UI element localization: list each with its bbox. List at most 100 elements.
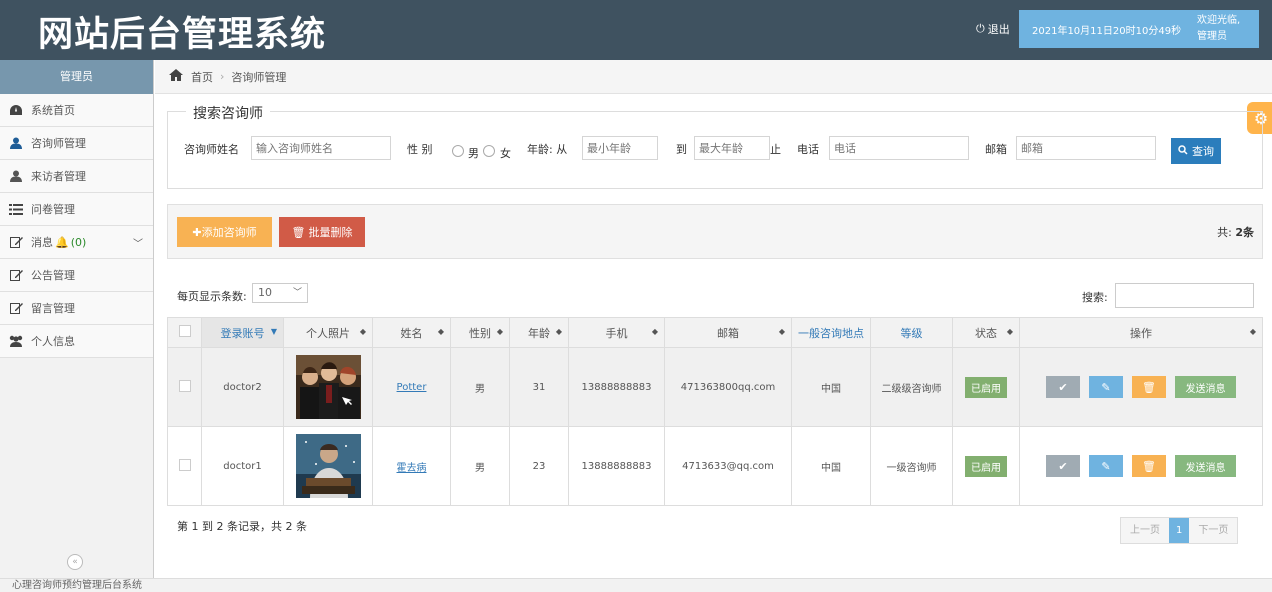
page-size-select[interactable]: 10 ﹀ — [252, 283, 308, 303]
sidebar-item-announcements[interactable]: 公告管理 — [0, 259, 153, 292]
sort-icon: ◆ — [437, 327, 444, 336]
counselor-photo — [295, 355, 361, 419]
counselor-table: 登录账号 ▼ 个人照片 ◆ 姓名 ◆ 性别 ◆ 年龄 ◆ 手机 ◆ 邮箱 ◆ 一般咨询地点 等… — [167, 317, 1263, 506]
enable-button[interactable]: ✔ — [1046, 455, 1080, 477]
column-header-actions[interactable]: 操作 ◆ — [1019, 317, 1263, 348]
age-to-label: 到 — [676, 143, 687, 156]
column-header-gender[interactable]: 性别 ◆ — [450, 317, 510, 348]
row-checkbox[interactable] — [178, 458, 191, 471]
name-label: 咨询师姓名 — [184, 143, 239, 156]
phone-input[interactable] — [829, 136, 969, 160]
batch-delete-button[interactable]: 🗑 批量删除 — [279, 217, 365, 247]
sidebar-item-visitors[interactable]: 来访者管理 — [0, 160, 153, 193]
actions-cell: ✔ ✎ 🗑 发送消息 — [1019, 426, 1263, 506]
action-toolbar: ✚ 添加咨询师 🗑 批量删除 共: 2条 — [167, 204, 1263, 259]
female-radio[interactable] — [483, 145, 495, 157]
page-1-button[interactable]: 1 — [1169, 518, 1190, 543]
age-from-label: 年龄: 从 — [527, 143, 568, 156]
level-cell: 二级级咨询师 — [870, 347, 953, 427]
check-icon: ✔ — [1058, 380, 1068, 394]
trash-icon: 🗑 — [1142, 459, 1156, 473]
search-legend: 搜索咨询师 — [186, 103, 270, 123]
gender-label: 性 别 — [407, 143, 433, 156]
home-icon — [169, 69, 183, 84]
status-cell: 已启用 — [952, 347, 1020, 427]
sidebar-item-messages[interactable]: 消息 🔔 (0) ﹀ — [0, 226, 153, 259]
delete-button[interactable]: 🗑 — [1132, 376, 1166, 398]
user-icon — [7, 137, 25, 149]
age-max-input[interactable] — [694, 136, 770, 160]
status-badge: 已启用 — [965, 376, 1007, 398]
total-count: 共: 2条 — [1217, 226, 1254, 239]
gender-cell: 男 — [450, 426, 510, 506]
edit-button[interactable]: ✎ — [1089, 455, 1123, 477]
age-cell: 31 — [509, 347, 569, 427]
male-radio[interactable] — [452, 145, 464, 157]
trash-icon: 🗑 — [1142, 380, 1156, 394]
account-cell: doctor1 — [201, 426, 284, 506]
column-header-location[interactable]: 一般咨询地点 — [791, 317, 871, 348]
column-header-account[interactable]: 登录账号 ▼ — [201, 317, 284, 348]
sort-icon: ◆ — [651, 327, 658, 336]
table-row: doctor2 Potter 男 31 13888888883 47136380… — [167, 347, 1263, 427]
sort-icon: ◆ — [555, 327, 562, 336]
column-header-age[interactable]: 年龄 ◆ — [509, 317, 569, 348]
name-input[interactable] — [251, 136, 391, 160]
counselor-name-link[interactable]: 霍去病 — [397, 463, 427, 474]
edit-icon: ✎ — [1101, 380, 1111, 394]
edit-icon — [7, 302, 25, 314]
sidebar-item-dashboard[interactable]: 系统首页 — [0, 94, 153, 127]
enable-button[interactable]: ✔ — [1046, 376, 1080, 398]
add-counselor-button[interactable]: ✚ 添加咨询师 — [177, 217, 272, 247]
send-message-button[interactable]: 发送消息 — [1175, 455, 1236, 477]
column-header-level[interactable]: 等级 — [870, 317, 953, 348]
sidebar-title: 管理员 — [0, 60, 153, 94]
table-search-input[interactable] — [1115, 283, 1254, 308]
pagination-info: 第 1 到 2 条记录，共 2 条 — [177, 520, 307, 533]
age-end-label: 止 — [770, 143, 781, 156]
send-message-button[interactable]: 发送消息 — [1175, 376, 1236, 398]
sidebar-item-profile[interactable]: 个人信息 — [0, 325, 153, 358]
sidebar-item-counselors[interactable]: 咨询师管理 — [0, 127, 153, 160]
chevron-right-icon: › — [220, 70, 225, 83]
sidebar: 管理员 系统首页 咨询师管理 来访者管理 问卷管理 消息 🔔 (0) ﹀ 公告管… — [0, 60, 154, 578]
column-header-status[interactable]: 状态 ◆ — [952, 317, 1020, 348]
sidebar-item-questionnaires[interactable]: 问卷管理 — [0, 193, 153, 226]
chevron-down-icon: ﹀ — [292, 288, 302, 298]
column-header-phone[interactable]: 手机 ◆ — [568, 317, 665, 348]
select-all-header — [167, 317, 202, 348]
delete-button[interactable]: 🗑 — [1132, 455, 1166, 477]
column-header-name[interactable]: 姓名 ◆ — [372, 317, 451, 348]
top-header: 网站后台管理系统 ⏻ 退出 2021年10月11日20时10分49秒 欢迎光临,… — [0, 0, 1272, 60]
user-icon — [7, 170, 25, 182]
row-select-cell — [167, 347, 202, 427]
sort-icon: ◆ — [778, 327, 785, 336]
email-input[interactable] — [1016, 136, 1156, 160]
row-checkbox[interactable] — [178, 379, 191, 392]
sidebar-collapse-icon[interactable]: « — [67, 554, 83, 570]
table-search-label: 搜索: — [1082, 291, 1108, 304]
select-all-checkbox[interactable] — [178, 325, 191, 337]
pagination: 上一页 1 下一页 — [1120, 517, 1239, 544]
user-role: 管理员 — [1197, 31, 1227, 42]
email-cell: 4713633@qq.com — [664, 426, 792, 506]
check-icon: ✔ — [1058, 459, 1068, 473]
counselor-name-link[interactable]: Potter — [397, 382, 427, 393]
breadcrumb-home[interactable]: 首页 — [191, 69, 213, 85]
logout-link[interactable]: ⏻ 退出 — [976, 21, 1010, 37]
sort-desc-icon: ▼ — [270, 327, 277, 336]
chevron-down-icon[interactable]: ﹀ — [133, 235, 143, 250]
status-cell: 已启用 — [952, 426, 1020, 506]
age-min-input[interactable] — [582, 136, 658, 160]
next-page-button[interactable]: 下一页 — [1189, 518, 1238, 543]
column-header-photo[interactable]: 个人照片 ◆ — [283, 317, 373, 348]
phone-label: 电话 — [797, 143, 819, 156]
sidebar-item-comments[interactable]: 留言管理 — [0, 292, 153, 325]
name-cell: 霍去病 — [372, 426, 451, 506]
query-button[interactable]: 查询 — [1171, 138, 1221, 164]
search-icon — [1178, 144, 1188, 158]
edit-button[interactable]: ✎ — [1089, 376, 1123, 398]
column-header-email[interactable]: 邮箱 ◆ — [664, 317, 792, 348]
breadcrumb: 首页 › 咨询师管理 — [155, 60, 1272, 94]
prev-page-button[interactable]: 上一页 — [1121, 518, 1169, 543]
